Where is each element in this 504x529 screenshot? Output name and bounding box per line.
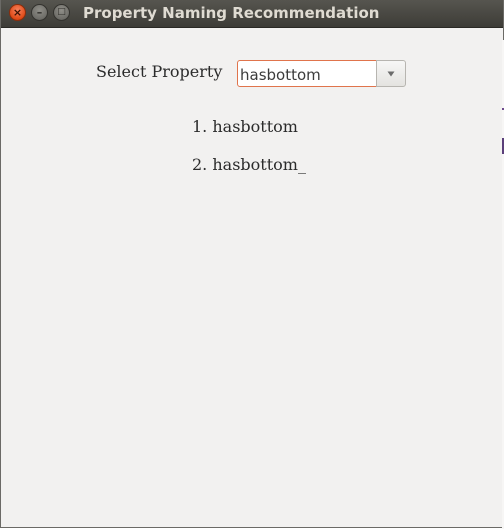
select-property-label: Select Property — [96, 62, 223, 81]
close-icon: × — [12, 6, 23, 19]
recommendation-item-2: 2. hasbottom_ — [192, 155, 306, 174]
minimize-button[interactable]: – — [31, 4, 48, 21]
property-input[interactable] — [237, 60, 377, 87]
minimize-icon: – — [36, 6, 43, 19]
recommendation-item-1: 1. hasbottom — [192, 117, 298, 136]
property-combo-box[interactable] — [237, 60, 406, 87]
chevron-down-icon — [387, 71, 395, 76]
app-window: × – □ Property Naming Recommendation Sel… — [0, 0, 504, 528]
close-button[interactable]: × — [9, 4, 26, 21]
maximize-icon: □ — [57, 7, 66, 17]
window-title: Property Naming Recommendation — [83, 4, 380, 22]
title-bar[interactable]: × – □ Property Naming Recommendation — [1, 0, 503, 28]
maximize-button[interactable]: □ — [53, 4, 70, 21]
dropdown-button[interactable] — [376, 60, 406, 87]
